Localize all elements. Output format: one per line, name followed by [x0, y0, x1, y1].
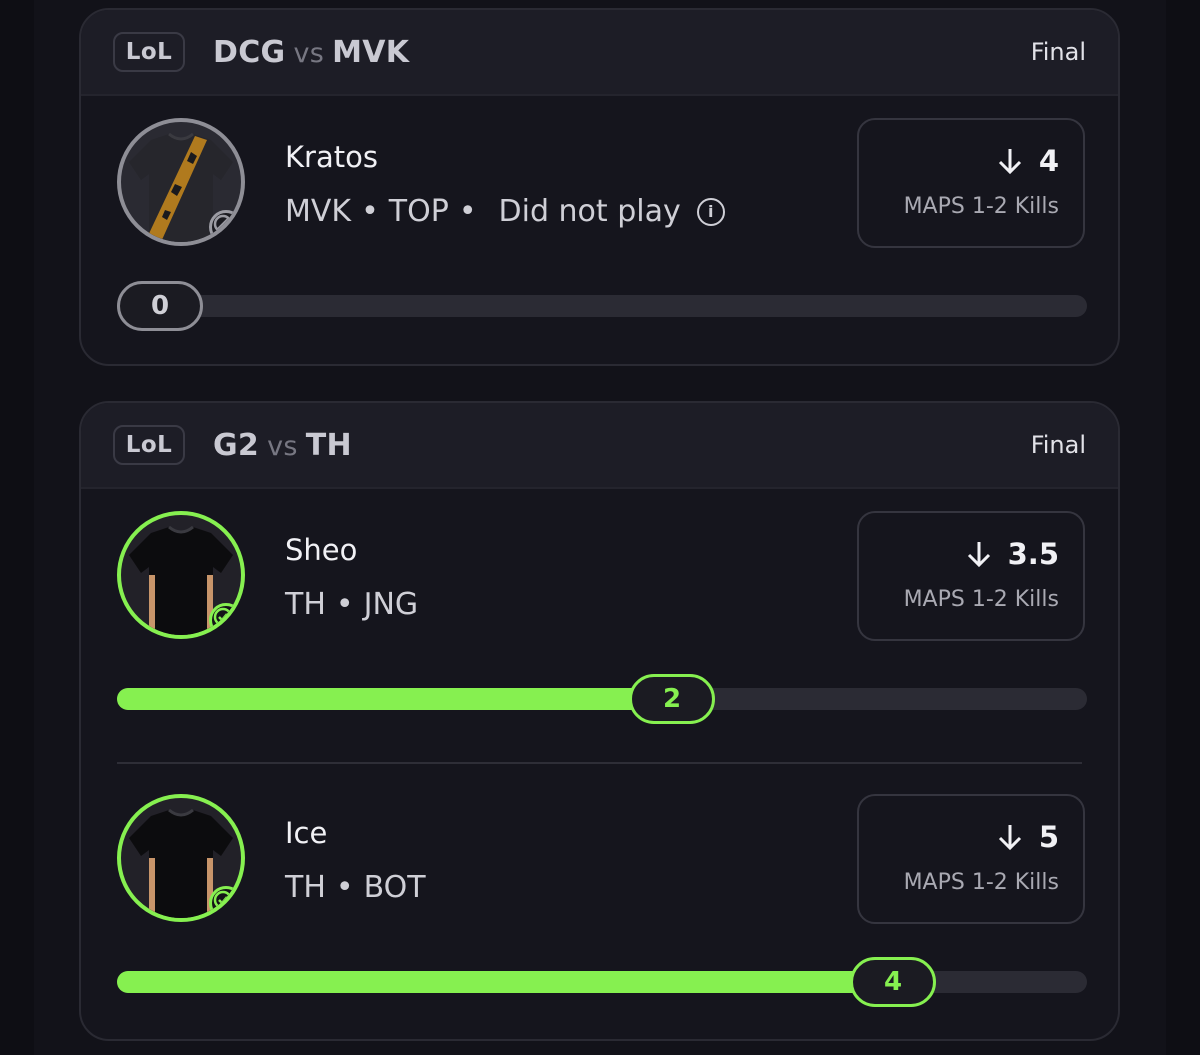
progress-result: 0: [117, 281, 203, 331]
projection-box: 3.5 MAPS 1-2 Kills: [857, 511, 1085, 641]
vs-label: vs: [293, 37, 325, 69]
projection-value: 3.5: [964, 537, 1059, 571]
projection-box: 4 MAPS 1-2 Kills: [857, 118, 1085, 248]
team-a: G2: [213, 427, 260, 463]
separator-dot: •: [361, 194, 379, 229]
separator-dot: •: [335, 870, 354, 905]
league-badge: LoL: [113, 32, 185, 72]
player-name: Ice: [285, 816, 328, 850]
projection-value: 5: [995, 820, 1059, 854]
progress-fill: [117, 971, 897, 993]
projection-box: 5 MAPS 1-2 Kills: [857, 794, 1085, 924]
match-header: LoL G2 vs TH Final: [81, 403, 1118, 489]
projection-value: 4: [995, 144, 1059, 178]
player-meta: MVK • TOP • Did not play i: [285, 194, 725, 229]
line-number: 5: [1038, 820, 1059, 854]
avatar: [117, 118, 245, 246]
avatar: [117, 794, 245, 922]
progress-track: 0: [117, 281, 1087, 331]
separator-dot: •: [458, 194, 477, 229]
team-b: TH: [305, 427, 352, 463]
player-team: MVK: [285, 194, 352, 229]
player-meta: TH • BOT: [285, 870, 426, 905]
player-position: BOT: [363, 870, 426, 905]
player-meta: TH • JNG: [285, 587, 418, 622]
league-badge: LoL: [113, 425, 185, 465]
line-number: 4: [1038, 144, 1059, 178]
progress-fill: [117, 688, 672, 710]
check-icon: [209, 886, 241, 918]
separator-dot: •: [335, 587, 354, 622]
info-icon[interactable]: i: [696, 197, 725, 226]
player-note: Did not play: [498, 194, 681, 229]
match-card-dcg-mvk[interactable]: LoL DCG vs MVK Final Kratos MVK • TOP • Di…: [79, 8, 1120, 366]
block-icon: [209, 210, 241, 242]
player-name: Kratos: [285, 140, 378, 174]
projection-label: MAPS 1-2 Kills: [903, 194, 1059, 219]
progress-track: 4: [117, 957, 1087, 1007]
arrow-down-icon: [998, 149, 1021, 175]
line-number: 3.5: [1007, 537, 1059, 571]
matchup: DCG vs MVK: [213, 35, 409, 70]
arrow-down-icon: [998, 825, 1021, 851]
match-status: Final: [1030, 38, 1086, 66]
player-team: TH: [285, 870, 326, 905]
projection-label: MAPS 1-2 Kills: [903, 587, 1059, 612]
player-row-kratos[interactable]: Kratos MVK • TOP • Did not play i 4 MAPS…: [81, 96, 1118, 364]
match-card-g2-th[interactable]: LoL G2 vs TH Final Sheo TH • JNG 3.5 MAP…: [79, 401, 1120, 1041]
progress-result: 4: [850, 957, 936, 1007]
progress-result: 2: [629, 674, 715, 724]
player-name: Sheo: [285, 533, 358, 567]
team-a: DCG: [213, 34, 286, 70]
match-header: LoL DCG vs MVK Final: [81, 10, 1118, 96]
vs-label: vs: [267, 430, 298, 462]
match-status: Final: [1030, 431, 1086, 459]
team-b: MVK: [332, 34, 410, 70]
player-position: TOP: [388, 194, 449, 229]
matchup: G2 vs TH: [213, 428, 352, 463]
avatar: [117, 511, 245, 639]
player-position: JNG: [363, 587, 419, 622]
arrow-down-icon: [967, 542, 990, 568]
player-row-ice[interactable]: Ice TH • BOT 5 MAPS 1-2 Kills 4: [81, 764, 1118, 1039]
player-team: TH: [285, 587, 326, 622]
player-row-sheo[interactable]: Sheo TH • JNG 3.5 MAPS 1-2 Kills 2: [81, 489, 1118, 764]
check-icon: [209, 603, 241, 635]
projection-label: MAPS 1-2 Kills: [903, 870, 1059, 895]
progress-track: 2: [117, 674, 1087, 724]
